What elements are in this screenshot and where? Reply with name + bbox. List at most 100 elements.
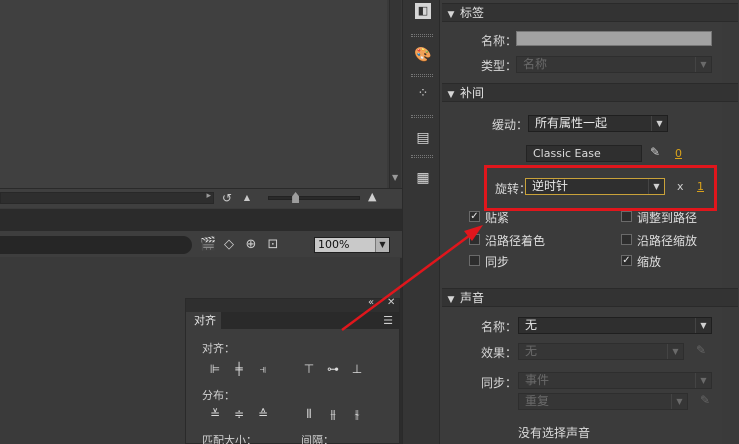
scale-along-path-checkbox[interactable] — [621, 234, 632, 245]
scale-checkbox[interactable]: ✓ — [621, 255, 632, 266]
align-section-label: 对齐： — [202, 342, 235, 355]
timeline-zoom-slider[interactable] — [268, 196, 360, 200]
tab-align[interactable]: 对齐 — [186, 312, 221, 329]
align-buttons: ⊫ ╪ ⫣ ⊤ ⊶ ⊥ — [208, 362, 364, 376]
zoom-value: 100% — [318, 238, 350, 251]
ease-value-number[interactable]: 0 — [675, 147, 682, 160]
match-size-label: 匹配大小： — [202, 434, 257, 444]
sound-name-value: 无 — [525, 318, 538, 332]
align-top-icon[interactable]: ⊤ — [302, 362, 316, 376]
scale-along-path-label: 沿路径缩放 — [637, 234, 698, 248]
ease-select[interactable]: 所有属性一起 ▼ — [528, 115, 668, 132]
properties-scrollbar[interactable] — [722, 0, 739, 444]
distribute-left-icon[interactable]: ⫴ — [302, 407, 316, 421]
ease-label: 缓动： — [492, 118, 529, 132]
chevron-down-icon[interactable]: ▼ — [375, 238, 389, 252]
chevron-down-icon: ▼ — [695, 57, 711, 72]
label-section-title: 标签 — [460, 6, 485, 20]
distribute-bottom-icon[interactable]: ≙ — [256, 407, 270, 421]
edit-sound-pencil-icon[interactable]: ✎ — [696, 343, 706, 357]
spacing-label: 间隔： — [301, 434, 334, 444]
chevron-down-icon: ▼ — [671, 394, 687, 409]
sound-repeat-value: 重复 — [525, 394, 550, 408]
no-sound-selected-text: 没有选择声音 — [518, 426, 591, 440]
timeline-horizontal-scrollbar[interactable]: ▸ — [0, 191, 214, 204]
scroll-right-icon[interactable]: ▸ — [206, 191, 211, 201]
align-panel-titlebar[interactable]: « ✕ — [186, 297, 399, 312]
tween-section-title: 补间 — [460, 86, 485, 100]
distribute-vertical-center-icon[interactable]: ≑ — [232, 407, 246, 421]
collapse-icon[interactable]: « — [368, 297, 374, 308]
align-right-icon[interactable]: ⫣ — [256, 362, 270, 376]
align-left-icon[interactable]: ⊫ — [208, 362, 222, 376]
color-along-path-label: 沿路径着色 — [485, 234, 546, 248]
stage-vertical-scrollbar[interactable]: ▼ — [389, 0, 401, 188]
sound-sync-label: 同步： — [481, 376, 518, 390]
section-expanded-icon: ▼ — [447, 10, 455, 20]
stage-canvas[interactable] — [0, 0, 387, 188]
chevron-down-icon: ▼ — [651, 116, 667, 131]
zoom-out-mountain-icon[interactable]: ▲ — [240, 191, 254, 205]
tween-section-header[interactable]: ▼ 补间 — [442, 83, 738, 102]
rotate-highlight-box — [484, 165, 717, 211]
close-icon[interactable]: ✕ — [387, 297, 395, 308]
edit-symbols-icon[interactable]: ◇ — [222, 238, 236, 252]
scroll-down-icon[interactable]: ▼ — [392, 173, 398, 182]
align-horizontal-center-icon[interactable]: ╪ — [232, 362, 246, 376]
distribute-buttons: ≚ ≑ ≙ ⫴ ⫵ ⫳ — [208, 407, 364, 421]
distribute-right-icon[interactable]: ⫳ — [350, 407, 364, 421]
sync-checkbox[interactable] — [469, 255, 480, 266]
frame-label-name-label: 名称： — [481, 34, 518, 48]
align-vertical-center-icon[interactable]: ⊶ — [326, 362, 340, 376]
chevron-down-icon: ▼ — [695, 318, 711, 333]
sound-repeat-select[interactable]: 重复 ▼ — [518, 393, 688, 410]
panel-grip[interactable] — [411, 115, 433, 118]
center-stage-icon[interactable]: ⊕ — [244, 238, 258, 252]
clip-stage-icon[interactable]: ⊡ — [266, 238, 280, 252]
ease-preset-button[interactable]: Classic Ease — [526, 145, 642, 162]
loop-icon[interactable]: ↺ — [220, 191, 234, 205]
align-panel-tabbar: 对齐 ☰ — [186, 312, 399, 329]
frame-label-type-value: 名称 — [523, 57, 548, 71]
sound-section-title: 声音 — [460, 291, 485, 305]
edit-ease-pencil-icon[interactable]: ✎ — [650, 145, 660, 159]
panel-grip[interactable] — [411, 155, 433, 158]
panel-grip[interactable] — [411, 74, 433, 77]
panel-icon-strip: ◧ 🎨 ⁘ ▤ ▦ — [402, 0, 440, 444]
edit-scene-icon[interactable]: 🎬 — [200, 238, 216, 252]
align-bottom-icon[interactable]: ⊥ — [350, 362, 364, 376]
sound-sync-value: 事件 — [525, 373, 550, 387]
sound-section-header[interactable]: ▼ 声音 — [442, 288, 738, 307]
panel-grip[interactable] — [411, 34, 433, 37]
scene-breadcrumb — [0, 236, 192, 254]
distribute-horizontal-center-icon[interactable]: ⫵ — [326, 407, 340, 421]
sound-effect-label: 效果： — [481, 346, 518, 360]
orient-to-path-checkbox[interactable] — [621, 211, 632, 222]
panel-divider — [0, 209, 402, 231]
edit-bar-icons: 🎬 ◇ ⊕ ⊡ — [200, 235, 280, 255]
edit-repeat-pencil-icon[interactable]: ✎ — [700, 393, 710, 407]
frame-label-name-input[interactable] — [516, 31, 712, 46]
align-panel: « ✕ 对齐 ☰ 对齐： ⊫ ╪ ⫣ ⊤ ⊶ ⊥ 分布： ≚ ≑ ≙ ⫴ ⫵ ⫳… — [185, 297, 400, 444]
snap-checkbox[interactable]: ✓ — [469, 211, 480, 222]
label-section-header[interactable]: ▼ 标签 — [442, 3, 738, 22]
component-icon[interactable]: ▦ — [413, 168, 433, 188]
sound-effect-value: 无 — [525, 344, 538, 358]
zoom-select[interactable]: 100% ▼ — [314, 237, 390, 253]
sound-effect-select[interactable]: 无 ▼ — [518, 343, 684, 360]
zoom-in-mountain-icon[interactable]: ▲ — [368, 190, 376, 203]
color-palette-icon[interactable]: 🎨 — [413, 45, 433, 65]
sound-name-select[interactable]: 无 ▼ — [518, 317, 712, 334]
sound-sync-select[interactable]: 事件 ▼ — [518, 372, 712, 389]
properties-panel-icon[interactable]: ◧ — [415, 3, 431, 19]
distribute-top-icon[interactable]: ≚ — [208, 407, 222, 421]
section-expanded-icon: ▼ — [447, 90, 455, 100]
motion-dots-icon[interactable]: ⁘ — [413, 84, 433, 104]
timeline-controls: ↺ ▲ — [220, 188, 254, 208]
panel-menu-icon[interactable]: ☰ — [383, 314, 393, 327]
sync-checkbox-label: 同步 — [485, 255, 510, 269]
sound-name-label: 名称： — [481, 320, 518, 334]
stack-boxes-icon[interactable]: ▤ — [413, 128, 433, 148]
color-along-path-checkbox[interactable] — [469, 234, 480, 245]
frame-label-type-select[interactable]: 名称 ▼ — [516, 56, 712, 73]
